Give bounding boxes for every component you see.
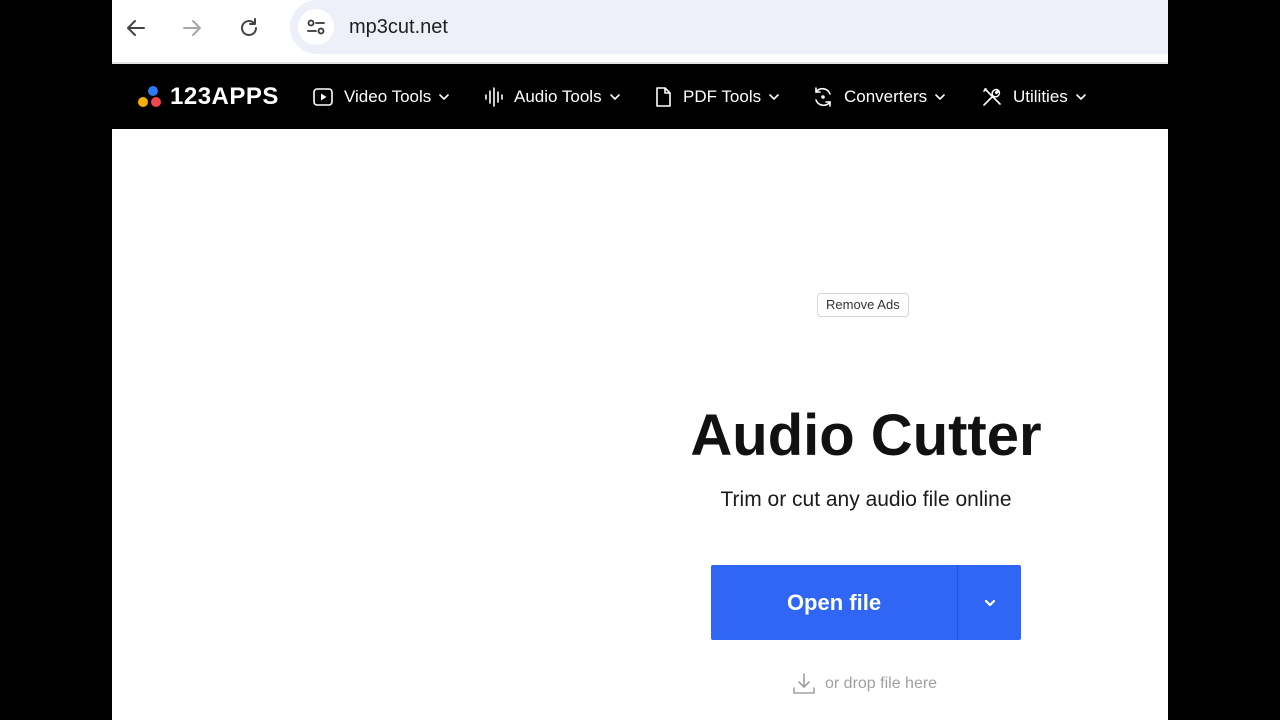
chevron-down-icon <box>934 91 946 103</box>
drop-zone-hint: or drop file here <box>791 670 937 698</box>
arrow-left-icon <box>127 20 145 36</box>
url-text[interactable]: mp3cut.net <box>349 14 448 40</box>
download-icon <box>791 671 817 697</box>
play-icon <box>312 86 334 108</box>
browser-toolbar: mp3cut.net <box>112 0 1168 64</box>
page-subtitle: Trim or cut any audio file online <box>720 488 1012 511</box>
back-button[interactable] <box>118 10 154 46</box>
address-bar[interactable]: mp3cut.net <box>290 0 1168 54</box>
chevron-down-icon <box>1075 91 1087 103</box>
menu-audio-tools[interactable]: Audio Tools <box>484 64 621 129</box>
reload-icon <box>241 18 257 36</box>
document-icon <box>653 86 673 108</box>
logo-dots-icon <box>138 84 164 110</box>
open-file-options-button[interactable] <box>958 565 1021 640</box>
drop-hint-text: or drop file here <box>825 675 938 692</box>
remove-ads-button[interactable]: Remove Ads <box>817 293 909 317</box>
convert-icon <box>812 86 834 108</box>
site-header: 123APPS Video Tools Audio Tools PDF Tool… <box>112 64 1168 129</box>
forward-button[interactable] <box>174 10 210 46</box>
chevron-down-icon <box>438 91 450 103</box>
menu-utilities[interactable]: Utilities <box>981 64 1087 129</box>
menu-video-tools-label: Video Tools <box>344 86 432 106</box>
arrow-right-icon <box>183 20 201 36</box>
chevron-down-icon <box>984 599 995 606</box>
browser-viewport: mp3cut.net 123APPS Video Tools Audio Too… <box>112 0 1168 720</box>
menu-audio-tools-label: Audio Tools <box>514 86 602 106</box>
logo[interactable]: 123APPS <box>138 83 279 110</box>
site-info-button[interactable] <box>298 9 334 45</box>
page-title: Audio Cutter <box>690 403 1042 468</box>
open-file-button[interactable]: Open file <box>711 565 957 640</box>
menu-pdf-tools-label: PDF Tools <box>683 86 762 106</box>
chevron-down-icon <box>609 91 621 103</box>
open-file-group: Open file <box>711 565 1021 640</box>
tune-icon <box>307 19 325 35</box>
waveform-icon <box>484 86 504 108</box>
menu-video-tools[interactable]: Video Tools <box>312 64 450 129</box>
menu-pdf-tools[interactable]: PDF Tools <box>653 64 780 129</box>
chevron-down-icon <box>768 91 780 103</box>
menu-utilities-label: Utilities <box>1013 86 1068 106</box>
tools-icon <box>981 86 1003 108</box>
reload-button[interactable] <box>231 10 267 46</box>
logo-text: 123APPS <box>170 83 279 110</box>
menu-converters[interactable]: Converters <box>812 64 946 129</box>
menu-converters-label: Converters <box>844 86 928 106</box>
